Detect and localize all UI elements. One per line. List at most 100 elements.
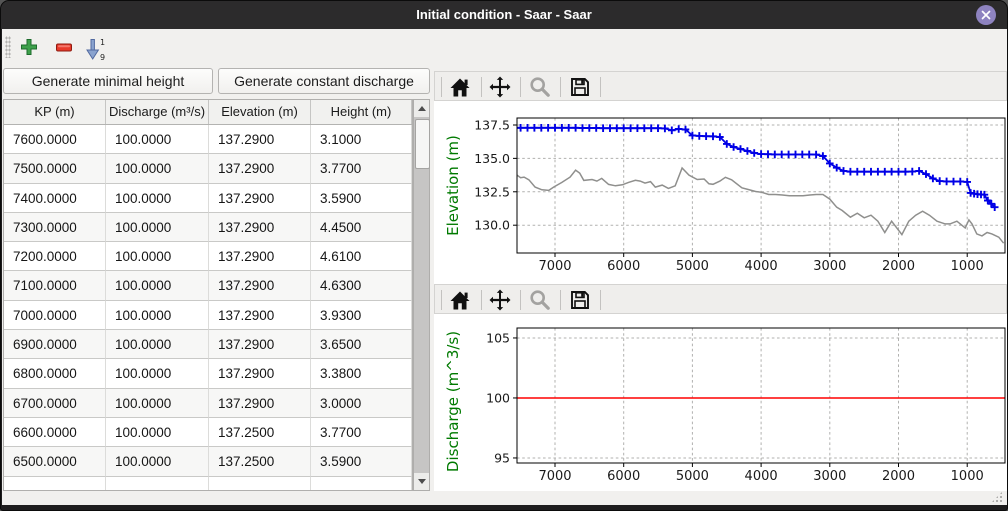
table-row: 7100.0000100.0000137.29004.6300 (4, 271, 412, 300)
table-cell[interactable]: 137.2900 (209, 213, 311, 242)
table-cell[interactable]: 137.2900 (209, 301, 311, 330)
table-cell[interactable]: 137.2900 (209, 271, 311, 300)
table-cell[interactable]: 137.2500 (209, 447, 311, 476)
save-button[interactable] (566, 287, 594, 313)
table-cell[interactable]: 100.0000 (106, 389, 209, 418)
table-row: 7300.0000100.0000137.29004.4500 (4, 213, 412, 242)
table-cell[interactable]: 100.0000 (106, 213, 209, 242)
table-cell[interactable]: 137.2900 (209, 154, 311, 183)
table-cell[interactable]: 100.0000 (106, 271, 209, 300)
table-cell[interactable] (311, 477, 412, 491)
scroll-up-button[interactable] (414, 100, 429, 117)
table-cell[interactable] (106, 477, 209, 491)
table-cell[interactable]: 137.2900 (209, 359, 311, 388)
x-tick-label: 3000 (813, 469, 846, 484)
elevation-chart[interactable]: 7000600050004000300020001000130.0132.513… (434, 101, 1007, 284)
table-cell[interactable]: 137.2900 (209, 125, 311, 154)
pan-button[interactable] (486, 74, 514, 100)
table-cell[interactable]: 3.9300 (311, 301, 412, 330)
save-icon (569, 76, 591, 98)
zoom-button[interactable] (526, 74, 554, 100)
discharge-chart[interactable]: 700060005000400030002000100095100105Disc… (434, 314, 1007, 491)
table-cell[interactable]: 100.0000 (106, 242, 209, 271)
table-cell[interactable]: 7400.0000 (4, 184, 106, 213)
initial-condition-table: KP (m)Discharge (m³/s)Elevation (m)Heigh… (3, 99, 413, 491)
toolbar-separator (481, 290, 482, 310)
toolbar-separator (441, 290, 442, 310)
table-cell[interactable]: 100.0000 (106, 418, 209, 447)
table-cell[interactable]: 6800.0000 (4, 359, 106, 388)
table-cell[interactable]: 6900.0000 (4, 330, 106, 359)
table-row: 7400.0000100.0000137.29003.5900 (4, 184, 412, 213)
sort-rows-button[interactable]: 1 9 (82, 35, 108, 61)
table-cell[interactable]: 3.7700 (311, 418, 412, 447)
sort-ascending-icon: 1 9 (84, 37, 108, 61)
table-scrollbar[interactable] (413, 99, 430, 491)
table-cell[interactable]: 6600.0000 (4, 418, 106, 447)
table-cell[interactable]: 7600.0000 (4, 125, 106, 154)
save-icon (569, 289, 591, 311)
table-cell[interactable]: 137.2900 (209, 389, 311, 418)
table-cell[interactable]: 3.0000 (311, 389, 412, 418)
table-cell[interactable] (4, 477, 106, 491)
add-row-icon (19, 37, 39, 57)
close-button[interactable] (976, 5, 996, 25)
column-header[interactable]: KP (m) (4, 100, 106, 124)
table-cell[interactable]: 6700.0000 (4, 389, 106, 418)
table-cell[interactable]: 100.0000 (106, 330, 209, 359)
table-cell[interactable]: 4.6300 (311, 271, 412, 300)
toolbar-separator (560, 290, 561, 310)
table-cell[interactable]: 7000.0000 (4, 301, 106, 330)
table-cell[interactable]: 3.5900 (311, 184, 412, 213)
pan-button[interactable] (486, 287, 514, 313)
table-cell[interactable]: 3.3800 (311, 359, 412, 388)
table-cell[interactable]: 3.5900 (311, 447, 412, 476)
table-cell[interactable]: 7500.0000 (4, 154, 106, 183)
scrollbar-thumb[interactable] (415, 119, 430, 169)
titlebar[interactable]: Initial condition - Saar - Saar (1, 1, 1007, 29)
table-cell[interactable]: 100.0000 (106, 154, 209, 183)
table-cell[interactable]: 100.0000 (106, 184, 209, 213)
table-cell[interactable]: 100.0000 (106, 125, 209, 154)
table-cell[interactable]: 7300.0000 (4, 213, 106, 242)
generate-constant-discharge-button[interactable]: Generate constant discharge (218, 68, 430, 94)
home-button[interactable] (446, 74, 474, 100)
y-tick-label: 137.5 (474, 117, 510, 132)
table-cell[interactable]: 4.6100 (311, 242, 412, 271)
resize-grip[interactable] (991, 491, 1003, 503)
table-cell[interactable]: 3.6500 (311, 330, 412, 359)
zoom-button[interactable] (526, 287, 554, 313)
table-cell[interactable]: 7200.0000 (4, 242, 106, 271)
pan-icon (489, 289, 511, 311)
table-row: 6900.0000100.0000137.29003.6500 (4, 330, 412, 359)
table-cell[interactable]: 137.2900 (209, 330, 311, 359)
table-cell[interactable]: 7100.0000 (4, 271, 106, 300)
scroll-down-button[interactable] (414, 473, 429, 490)
table-cell[interactable]: 100.0000 (106, 447, 209, 476)
add-row-button[interactable] (16, 35, 42, 61)
table-cell[interactable]: 137.2500 (209, 418, 311, 447)
svg-text:1: 1 (100, 38, 105, 47)
column-header[interactable]: Discharge (m³/s) (106, 100, 209, 124)
table-cell[interactable] (209, 477, 311, 491)
table-cell[interactable]: 4.4500 (311, 213, 412, 242)
table-row: 7600.0000100.0000137.29003.1000 (4, 125, 412, 154)
table-row: 6500.0000100.0000137.25003.5900 (4, 447, 412, 476)
toolbar-separator (600, 77, 601, 97)
table-cell[interactable]: 137.2900 (209, 242, 311, 271)
home-button[interactable] (446, 287, 474, 313)
column-header[interactable]: Height (m) (311, 100, 412, 124)
table-cell[interactable]: 6500.0000 (4, 447, 106, 476)
table-cell[interactable]: 3.1000 (311, 125, 412, 154)
save-button[interactable] (566, 74, 594, 100)
remove-row-button[interactable] (51, 35, 77, 61)
table-cell[interactable]: 3.7700 (311, 154, 412, 183)
table-cell[interactable]: 137.2900 (209, 184, 311, 213)
table-body: 7600.0000100.0000137.29003.10007500.0000… (4, 125, 412, 491)
column-header[interactable]: Elevation (m) (209, 100, 311, 124)
generate-minimal-height-button[interactable]: Generate minimal height (3, 68, 213, 94)
toolbar-drag-handle[interactable] (5, 36, 11, 58)
table-cell[interactable]: 100.0000 (106, 301, 209, 330)
table-row: 6700.0000100.0000137.29003.0000 (4, 389, 412, 418)
table-cell[interactable]: 100.0000 (106, 359, 209, 388)
